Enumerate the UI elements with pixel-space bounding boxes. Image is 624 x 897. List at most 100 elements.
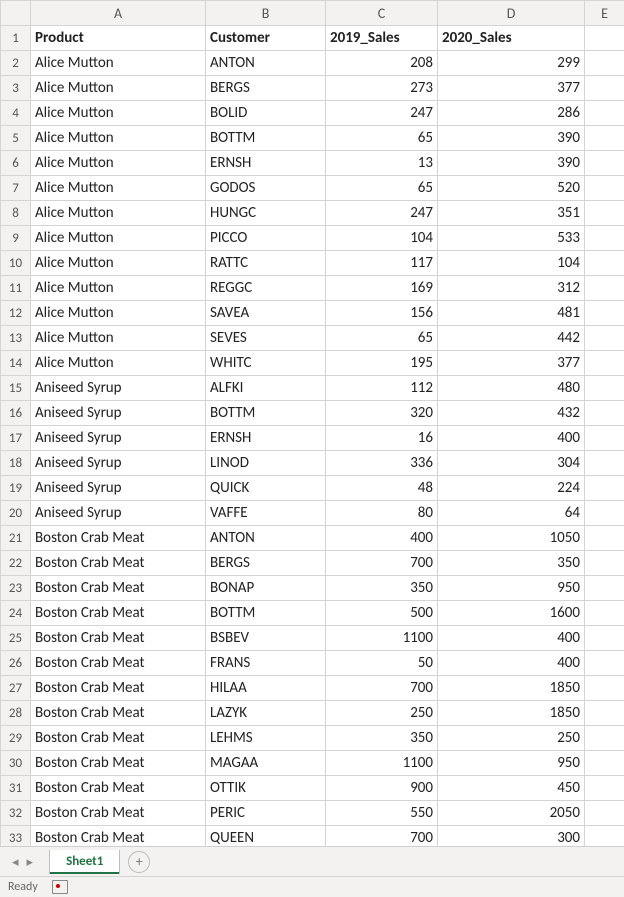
cell-E3[interactable]: [585, 76, 624, 101]
cell-E25[interactable]: [585, 626, 624, 651]
cell-C6[interactable]: 13: [326, 151, 438, 176]
cell-D19[interactable]: 224: [438, 476, 585, 501]
cell-C31[interactable]: 900: [326, 776, 438, 801]
row-header[interactable]: 16: [1, 401, 31, 426]
cell-D8[interactable]: 351: [438, 201, 585, 226]
cell-D29[interactable]: 250: [438, 726, 585, 751]
cell-D6[interactable]: 390: [438, 151, 585, 176]
cell-B24[interactable]: BOTTM: [206, 601, 326, 626]
cell-A12[interactable]: Alice Mutton: [31, 301, 206, 326]
cell-B12[interactable]: SAVEA: [206, 301, 326, 326]
cell-D33[interactable]: 300: [438, 826, 585, 848]
cell-C10[interactable]: 117: [326, 251, 438, 276]
cell-A30[interactable]: Boston Crab Meat: [31, 751, 206, 776]
cell-A27[interactable]: Boston Crab Meat: [31, 676, 206, 701]
column-header-E[interactable]: E: [585, 1, 624, 26]
cell-C21[interactable]: 400: [326, 526, 438, 551]
row-header[interactable]: 28: [1, 701, 31, 726]
cell-C2[interactable]: 208: [326, 51, 438, 76]
row-header[interactable]: 7: [1, 176, 31, 201]
cell-E20[interactable]: [585, 501, 624, 526]
cell-D22[interactable]: 350: [438, 551, 585, 576]
cell-C25[interactable]: 1100: [326, 626, 438, 651]
row-header[interactable]: 5: [1, 126, 31, 151]
row-header[interactable]: 17: [1, 426, 31, 451]
cell-C16[interactable]: 320: [326, 401, 438, 426]
cell-E19[interactable]: [585, 476, 624, 501]
cell-A23[interactable]: Boston Crab Meat: [31, 576, 206, 601]
cell-C30[interactable]: 1100: [326, 751, 438, 776]
cell-E29[interactable]: [585, 726, 624, 751]
cell-D24[interactable]: 1600: [438, 601, 585, 626]
cell-A21[interactable]: Boston Crab Meat: [31, 526, 206, 551]
cell-D3[interactable]: 377: [438, 76, 585, 101]
cell-A2[interactable]: Alice Mutton: [31, 51, 206, 76]
cell-C17[interactable]: 16: [326, 426, 438, 451]
row-header[interactable]: 27: [1, 676, 31, 701]
cell-C29[interactable]: 350: [326, 726, 438, 751]
column-header-C[interactable]: C: [326, 1, 438, 26]
cell-A24[interactable]: Boston Crab Meat: [31, 601, 206, 626]
cell-E2[interactable]: [585, 51, 624, 76]
cell-E22[interactable]: [585, 551, 624, 576]
cell-C1[interactable]: 2019_Sales: [326, 26, 438, 51]
cell-A5[interactable]: Alice Mutton: [31, 126, 206, 151]
row-header[interactable]: 32: [1, 801, 31, 826]
cell-D25[interactable]: 400: [438, 626, 585, 651]
new-sheet-button[interactable]: +: [128, 851, 150, 873]
cell-C33[interactable]: 700: [326, 826, 438, 848]
cell-A3[interactable]: Alice Mutton: [31, 76, 206, 101]
cell-C24[interactable]: 500: [326, 601, 438, 626]
cell-E15[interactable]: [585, 376, 624, 401]
cell-E33[interactable]: [585, 826, 624, 848]
cell-B21[interactable]: ANTON: [206, 526, 326, 551]
row-header[interactable]: 10: [1, 251, 31, 276]
cell-B19[interactable]: QUICK: [206, 476, 326, 501]
cell-C9[interactable]: 104: [326, 226, 438, 251]
cell-D31[interactable]: 450: [438, 776, 585, 801]
cell-C8[interactable]: 247: [326, 201, 438, 226]
cell-A13[interactable]: Alice Mutton: [31, 326, 206, 351]
row-header[interactable]: 18: [1, 451, 31, 476]
cell-D18[interactable]: 304: [438, 451, 585, 476]
cell-A7[interactable]: Alice Mutton: [31, 176, 206, 201]
sheet-nav-prev-icon[interactable]: ◂: [12, 855, 19, 870]
row-header[interactable]: 8: [1, 201, 31, 226]
cell-D7[interactable]: 520: [438, 176, 585, 201]
cell-A22[interactable]: Boston Crab Meat: [31, 551, 206, 576]
cell-B5[interactable]: BOTTM: [206, 126, 326, 151]
cell-E24[interactable]: [585, 601, 624, 626]
cell-D13[interactable]: 442: [438, 326, 585, 351]
cell-A18[interactable]: Aniseed Syrup: [31, 451, 206, 476]
row-header[interactable]: 30: [1, 751, 31, 776]
cell-B18[interactable]: LINOD: [206, 451, 326, 476]
cell-E6[interactable]: [585, 151, 624, 176]
select-all-corner[interactable]: [1, 1, 31, 26]
row-header[interactable]: 24: [1, 601, 31, 626]
cell-C22[interactable]: 700: [326, 551, 438, 576]
cell-D30[interactable]: 950: [438, 751, 585, 776]
row-header[interactable]: 33: [1, 826, 31, 848]
cell-E31[interactable]: [585, 776, 624, 801]
cell-E9[interactable]: [585, 226, 624, 251]
row-header[interactable]: 13: [1, 326, 31, 351]
cell-A14[interactable]: Alice Mutton: [31, 351, 206, 376]
cell-C3[interactable]: 273: [326, 76, 438, 101]
cell-B32[interactable]: PERIC: [206, 801, 326, 826]
cell-E11[interactable]: [585, 276, 624, 301]
cell-E32[interactable]: [585, 801, 624, 826]
cell-B1[interactable]: Customer: [206, 26, 326, 51]
cell-B14[interactable]: WHITC: [206, 351, 326, 376]
cell-A29[interactable]: Boston Crab Meat: [31, 726, 206, 751]
cell-A9[interactable]: Alice Mutton: [31, 226, 206, 251]
row-header[interactable]: 23: [1, 576, 31, 601]
cell-A17[interactable]: Aniseed Syrup: [31, 426, 206, 451]
cell-C4[interactable]: 247: [326, 101, 438, 126]
cell-A31[interactable]: Boston Crab Meat: [31, 776, 206, 801]
cell-E1[interactable]: [585, 26, 624, 51]
row-header[interactable]: 19: [1, 476, 31, 501]
cell-B27[interactable]: HILAA: [206, 676, 326, 701]
cell-E28[interactable]: [585, 701, 624, 726]
cell-A15[interactable]: Aniseed Syrup: [31, 376, 206, 401]
cell-B15[interactable]: ALFKI: [206, 376, 326, 401]
